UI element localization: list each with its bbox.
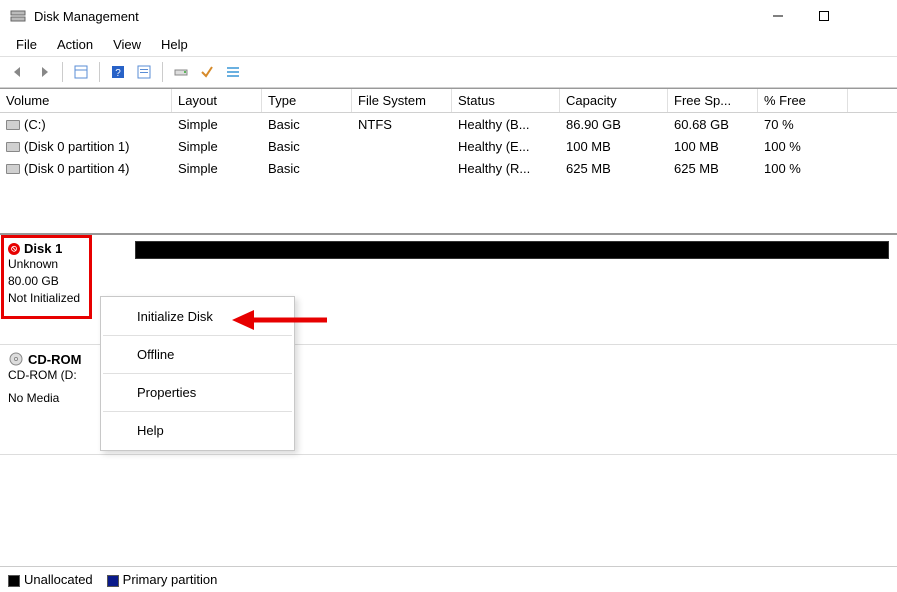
volume-rows: (C:) Simple Basic NTFS Healthy (B... 86.…	[0, 113, 897, 233]
col-filesystem[interactable]: File System	[352, 89, 452, 112]
menu-help[interactable]: Help	[101, 415, 294, 446]
volume-icon	[6, 142, 20, 152]
col-capacity[interactable]: Capacity	[560, 89, 668, 112]
toolbar-view-icon[interactable]	[69, 60, 93, 84]
volume-header: Volume Layout Type File System Status Ca…	[0, 89, 897, 113]
col-status[interactable]: Status	[452, 89, 560, 112]
maximize-button[interactable]	[801, 0, 847, 32]
menu-offline[interactable]: Offline	[101, 339, 294, 370]
title-bar: Disk Management	[0, 0, 897, 32]
toolbar-disk-icon[interactable]	[169, 60, 193, 84]
svg-text:?: ?	[115, 68, 121, 79]
volume-icon	[6, 164, 20, 174]
cdrom-icon	[8, 351, 24, 367]
volume-table: Volume Layout Type File System Status Ca…	[0, 88, 897, 234]
menu-bar: File Action View Help	[0, 32, 897, 56]
table-row[interactable]: (Disk 0 partition 4) Simple Basic Health…	[0, 157, 897, 179]
window-controls	[755, 0, 893, 32]
toolbar-check-icon[interactable]	[195, 60, 219, 84]
menu-help[interactable]: Help	[151, 35, 198, 54]
legend-primary: Primary partition	[107, 572, 218, 587]
toolbar-list-icon[interactable]	[221, 60, 245, 84]
col-free-space[interactable]: Free Sp...	[668, 89, 758, 112]
menu-properties[interactable]: Properties	[101, 377, 294, 408]
annotation-highlight	[1, 235, 92, 319]
forward-button[interactable]	[32, 60, 56, 84]
col-layout[interactable]: Layout	[172, 89, 262, 112]
window-title: Disk Management	[32, 9, 755, 24]
menu-view[interactable]: View	[103, 35, 151, 54]
help-icon[interactable]: ?	[106, 60, 130, 84]
menu-separator	[103, 411, 292, 412]
legend-unallocated: Unallocated	[8, 572, 93, 587]
back-button[interactable]	[6, 60, 30, 84]
col-pct-free[interactable]: % Free	[758, 89, 848, 112]
col-type[interactable]: Type	[262, 89, 352, 112]
menu-separator	[103, 373, 292, 374]
menu-file[interactable]: File	[6, 35, 47, 54]
legend: Unallocated Primary partition	[0, 566, 897, 592]
toolbar-icon-2[interactable]	[132, 60, 156, 84]
table-row[interactable]: (Disk 0 partition 1) Simple Basic Health…	[0, 135, 897, 157]
col-volume[interactable]: Volume	[0, 89, 172, 112]
toolbar: ?	[0, 56, 897, 88]
annotation-arrow	[232, 308, 332, 338]
minimize-button[interactable]	[755, 0, 801, 32]
app-icon	[10, 8, 26, 24]
unallocated-bar	[135, 241, 889, 259]
menu-action[interactable]: Action	[47, 35, 103, 54]
table-row[interactable]: (C:) Simple Basic NTFS Healthy (B... 86.…	[0, 113, 897, 135]
volume-icon	[6, 120, 20, 130]
